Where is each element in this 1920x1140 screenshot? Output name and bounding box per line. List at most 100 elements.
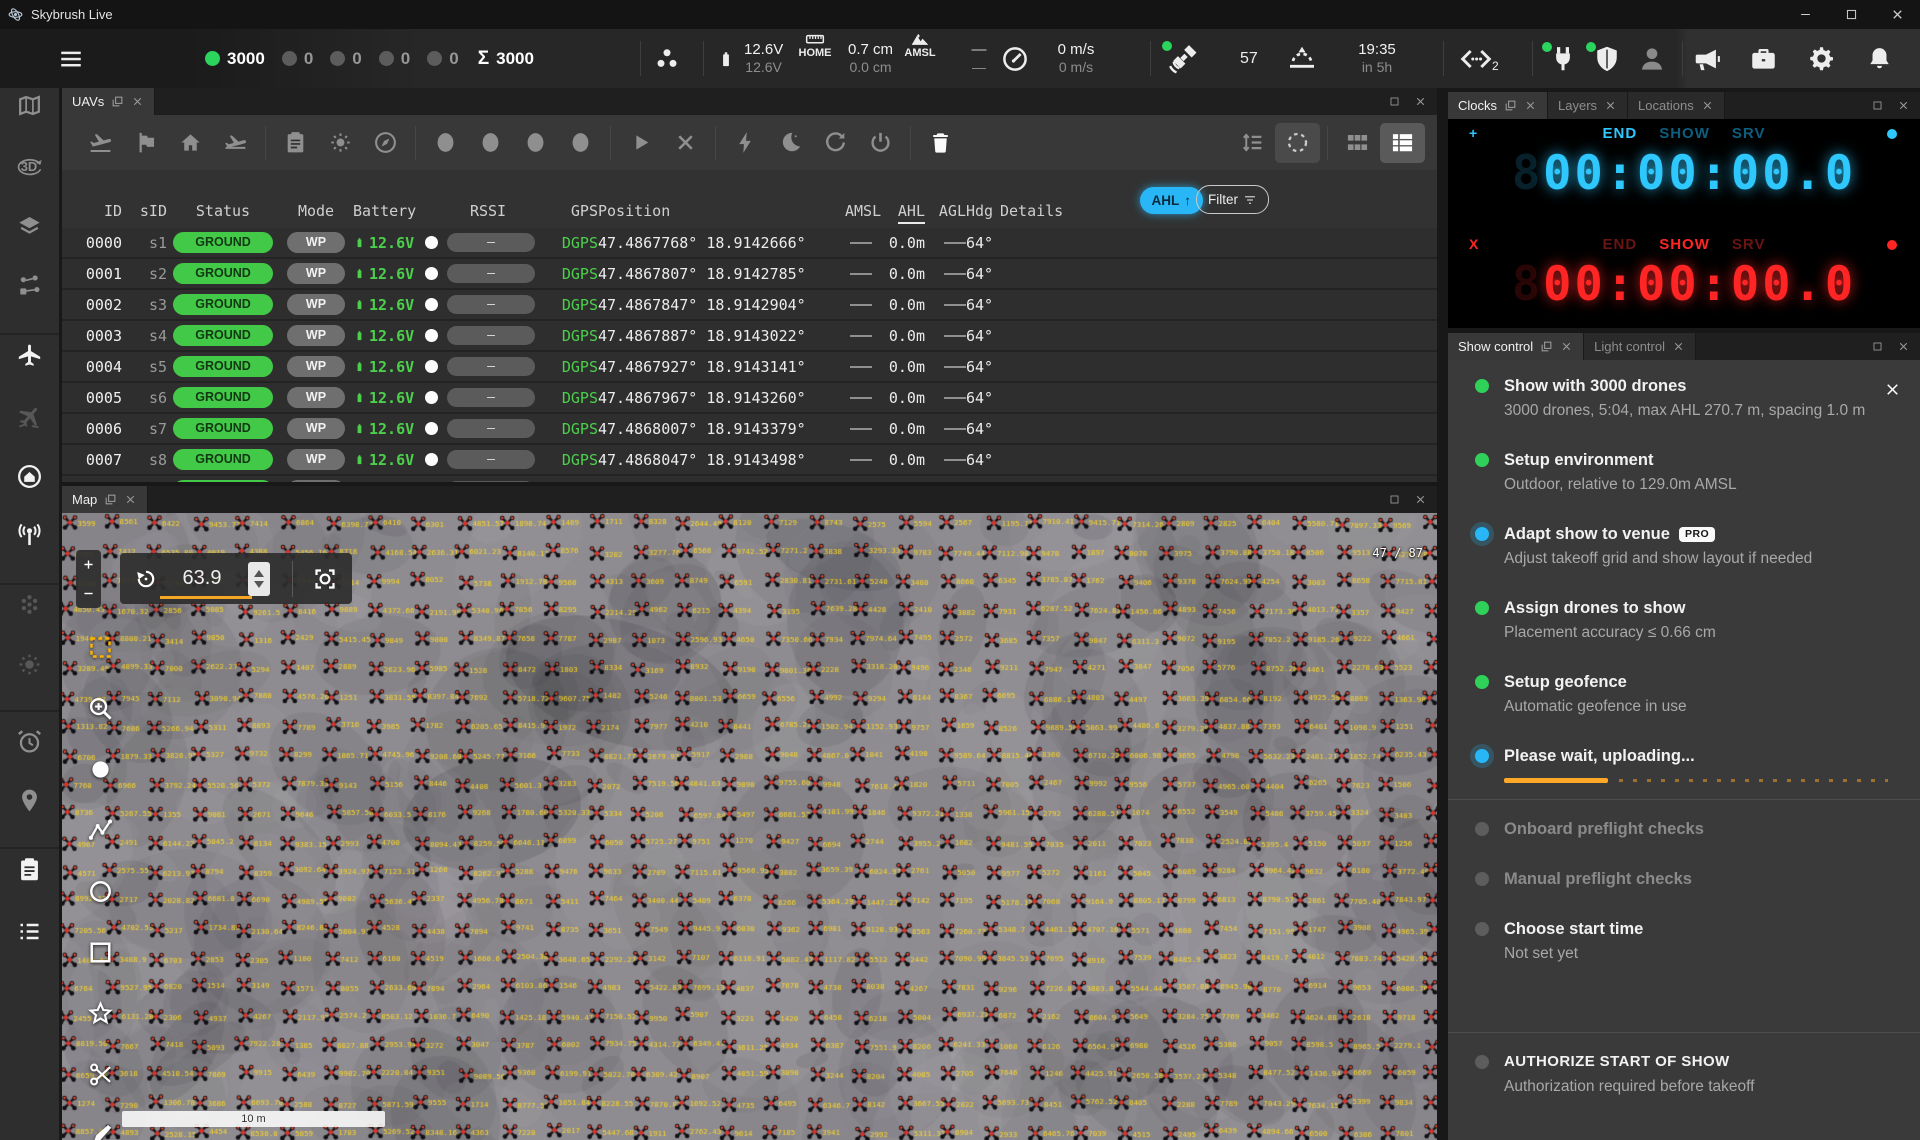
close-tab-icon[interactable] xyxy=(1701,99,1714,112)
clock-label-end[interactable]: END xyxy=(1603,125,1638,142)
column-header-agl[interactable]: AGL xyxy=(925,202,966,228)
clock-label-show[interactable]: SHOW xyxy=(1659,125,1710,142)
maximize-panel-icon[interactable] xyxy=(1388,95,1401,108)
draw-star-tool[interactable] xyxy=(87,1000,114,1027)
arm-button[interactable] xyxy=(723,123,768,163)
close-panel-icon[interactable] xyxy=(1414,95,1427,108)
sidebar-item-locations[interactable] xyxy=(0,785,59,815)
map-canvas[interactable] xyxy=(62,513,1437,1140)
zoom-tool[interactable] xyxy=(87,695,114,722)
popout-icon[interactable] xyxy=(104,493,117,506)
column-header-amsl[interactable]: AMSL xyxy=(845,202,881,228)
reboot-button[interactable] xyxy=(813,123,858,163)
uav-row-0004[interactable]: 0004 s5 GROUND WP 12.6V – DGPS 47.4867927° 18.9… xyxy=(62,352,1437,383)
power-off-button[interactable] xyxy=(858,123,903,163)
color-preset-2-button[interactable] xyxy=(468,123,513,163)
draw-path-tool[interactable] xyxy=(87,817,114,844)
close-tab-icon[interactable] xyxy=(131,95,144,108)
guided-button[interactable] xyxy=(363,123,408,163)
show-step-onboard-preflight-checks[interactable]: Onboard preflight checks xyxy=(1448,803,1920,853)
grid-view-button[interactable] xyxy=(1335,123,1380,163)
sidebar-item-uavs[interactable] xyxy=(0,340,59,370)
show-step-setup-geofence[interactable]: Setup geofence Automatic geofence in use xyxy=(1448,656,1920,730)
close-button[interactable] xyxy=(1874,0,1920,29)
clock-marker[interactable]: X xyxy=(1469,236,1479,252)
show-step-show-with-3000-drones[interactable]: Show with 3000 drones 3000 drones, 5:04, … xyxy=(1448,360,1920,434)
tab-light-control[interactable]: Light control xyxy=(1584,333,1696,360)
rotation-stepper[interactable] xyxy=(248,561,270,596)
column-header-sid[interactable]: sID xyxy=(122,202,167,228)
notifications-button[interactable] xyxy=(1866,29,1893,88)
filter-button[interactable]: Filter xyxy=(1196,185,1269,214)
draw-rectangle-tool[interactable] xyxy=(87,939,114,966)
zoom-out-button[interactable] xyxy=(76,579,101,608)
sidebar-item-field-notes[interactable] xyxy=(0,854,59,884)
edit-feature-tool[interactable] xyxy=(87,1122,114,1140)
column-header-hdg[interactable]: Hdg xyxy=(966,202,1000,228)
selection-button[interactable] xyxy=(1275,122,1320,163)
tab-uavs[interactable]: UAVs xyxy=(62,88,156,115)
uav-row-0002[interactable]: 0002 s3 GROUND WP 12.6V – DGPS 47.4867847° 18.9… xyxy=(62,290,1437,321)
sidebar-item-rtk[interactable] xyxy=(0,520,59,550)
select-tool[interactable] xyxy=(87,634,114,661)
maximize-panel-icon[interactable] xyxy=(1871,99,1884,112)
start-button[interactable] xyxy=(618,123,663,163)
sidebar-item-beacons[interactable] xyxy=(0,589,59,619)
broadcast-button[interactable] xyxy=(1692,29,1720,88)
column-header-rssi[interactable]: RSSI xyxy=(425,202,551,228)
sort-button[interactable] xyxy=(1230,123,1275,163)
sidebar-item-light-control[interactable] xyxy=(0,649,59,679)
close-panel-icon[interactable] xyxy=(1897,340,1910,353)
tab-show-control[interactable]: Show control xyxy=(1448,333,1585,360)
column-header-ahl[interactable]: AHL xyxy=(872,202,925,228)
clock-label-show[interactable]: SHOW xyxy=(1659,236,1710,253)
tab-layers[interactable]: Layers xyxy=(1548,92,1629,119)
tab-map[interactable]: Map xyxy=(62,486,149,513)
show-step-please-wait-uploading[interactable]: Please wait, uploading... xyxy=(1448,730,1920,796)
sidebar-item-features[interactable] xyxy=(0,270,59,300)
uav-row-0007[interactable]: 0007 s8 GROUND WP 12.6V – DGPS 47.4868047° 18.9… xyxy=(62,445,1437,476)
clock-label-end[interactable]: END xyxy=(1603,236,1638,253)
maximize-button[interactable] xyxy=(1828,0,1874,29)
popout-icon[interactable] xyxy=(1504,99,1517,112)
sidebar-item-3d[interactable]: 3D xyxy=(0,151,59,181)
sidebar-item-layers[interactable] xyxy=(0,211,59,241)
tab-clocks[interactable]: Clocks xyxy=(1448,92,1549,119)
sidebar-item-log[interactable] xyxy=(0,916,59,946)
return-home-button[interactable] xyxy=(168,123,213,163)
sleep-button[interactable] xyxy=(768,123,813,163)
add-marker-tool[interactable] xyxy=(87,756,114,783)
column-header-status[interactable]: Status xyxy=(167,202,279,228)
column-header-id[interactable]: ID xyxy=(73,202,122,228)
close-tab-icon[interactable] xyxy=(1672,340,1685,353)
fit-drones-button[interactable] xyxy=(313,567,337,591)
uav-row-0003[interactable]: 0003 s4 GROUND WP 12.6V – DGPS 47.4867887° 18.9… xyxy=(62,321,1437,352)
cut-hole-tool[interactable] xyxy=(87,1061,114,1088)
show-step-assign-drones-to-show[interactable]: Assign drones to show Placement accuracy … xyxy=(1448,582,1920,656)
column-header-gps[interactable]: GPS xyxy=(551,202,598,228)
close-tab-icon[interactable] xyxy=(1524,99,1537,112)
sidebar-item-map[interactable] xyxy=(0,90,59,120)
tab-locations[interactable]: Locations xyxy=(1628,92,1725,119)
rotation-value[interactable]: 63.9 xyxy=(160,567,252,599)
flag-button[interactable] xyxy=(123,123,168,163)
server-connections-button[interactable]: 2 xyxy=(1458,29,1499,88)
sidebar-item-clocks[interactable] xyxy=(0,726,59,756)
column-header-battery[interactable]: Battery xyxy=(353,202,425,228)
uav-row-0005[interactable]: 0005 s6 GROUND WP 12.6V – DGPS 47.4867967° 18.9… xyxy=(62,383,1437,414)
clock-label-srv[interactable]: SRV xyxy=(1732,236,1766,253)
swarm-status-button[interactable] xyxy=(652,29,682,88)
column-header-position[interactable]: Position xyxy=(598,202,845,228)
minimize-button[interactable] xyxy=(1782,0,1828,29)
remove-button[interactable] xyxy=(918,123,963,163)
show-step-choose-start-time[interactable]: Choose start time Not set yet xyxy=(1448,903,1920,977)
close-tab-icon[interactable] xyxy=(1560,340,1573,353)
maximize-panel-icon[interactable] xyxy=(1388,493,1401,506)
color-preset-3-button[interactable] xyxy=(513,123,558,163)
server-status-button[interactable] xyxy=(1540,29,1578,88)
uav-row-0000[interactable]: 0000 s1 GROUND WP 12.6V – DGPS 47.4867768° 18.9… xyxy=(62,228,1437,259)
show-step-adapt-show-to-venue[interactable]: Adapt show to venue PRO Adjust takeoff gri… xyxy=(1448,508,1920,582)
cancel-button[interactable] xyxy=(663,123,708,163)
popout-icon[interactable] xyxy=(111,95,124,108)
close-panel-icon[interactable] xyxy=(1414,493,1427,506)
